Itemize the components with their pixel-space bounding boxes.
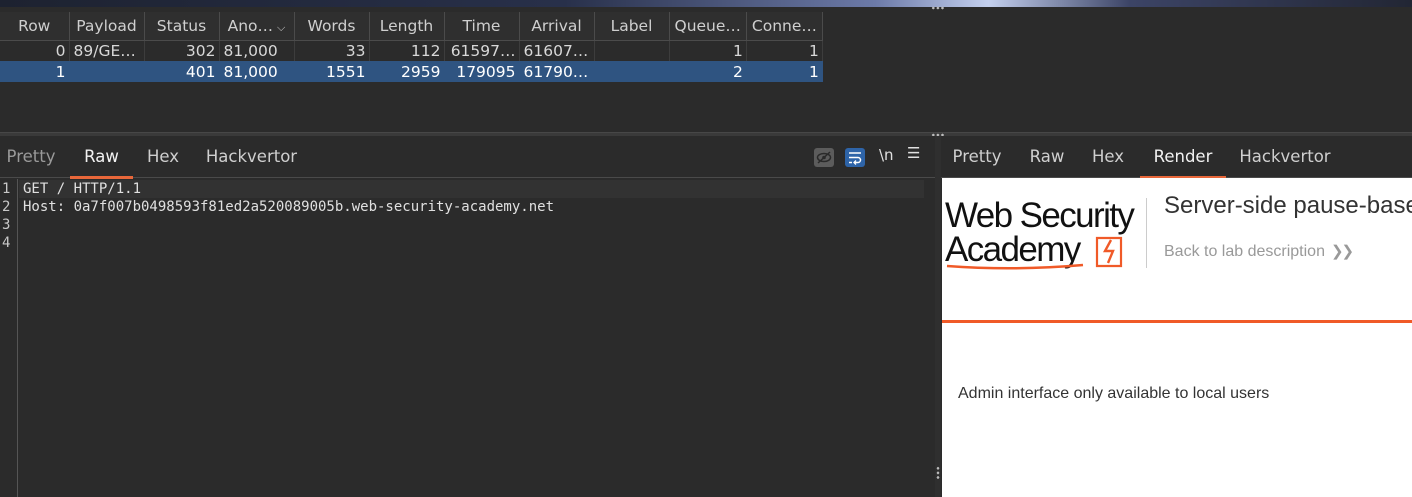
cell-time: 61597… — [444, 40, 520, 61]
request-tab-bar: Pretty Raw Hex Hackvertor \n ☰ — [0, 136, 935, 179]
request-editor[interactable]: 1 2 3 4 GET / HTTP/1.1 Host: 0a7f007b049… — [0, 179, 935, 497]
cell-anomaly: 81,000 — [219, 61, 295, 82]
cell-length: 112 — [369, 40, 445, 61]
cell-arrival: 61790… — [519, 61, 595, 82]
response-tab-render[interactable]: Render — [1140, 136, 1226, 179]
request-tab-hex[interactable]: Hex — [141, 136, 185, 178]
cell-words: 1551 — [294, 61, 370, 82]
back-link-label: Back to lab description — [1164, 243, 1325, 260]
background-banner — [0, 0, 1412, 7]
cell-row: 0 — [0, 40, 70, 61]
admin-message: Admin interface only available to local … — [958, 385, 1270, 402]
table-row-selected[interactable]: 1 401 81,000 1551 2959 179095 61790… 2 1 — [0, 61, 823, 82]
request-tab-hackvertor[interactable]: Hackvertor — [199, 136, 304, 178]
sort-descending-icon: ⌵ — [277, 20, 286, 34]
cell-queue: 2 — [669, 61, 747, 82]
line-number: 4 — [2, 235, 11, 251]
response-pane: Pretty Raw Hex Render Hackvertor Web Sec… — [941, 136, 1412, 497]
cell-time: 179095 — [444, 61, 520, 82]
window-top-strip — [0, 0, 1412, 12]
line-number: 3 — [2, 217, 11, 233]
web-security-academy-logo: Web Security Academy — [945, 198, 1145, 270]
word-wrap-button[interactable] — [845, 148, 865, 167]
logo-mark-icon — [946, 236, 1123, 270]
request-tab-raw[interactable]: Raw — [70, 136, 133, 179]
cell-connection: 1 — [746, 61, 823, 82]
table-row[interactable]: 0 89/GE… 302 81,000 33 112 61597… 61607…… — [0, 40, 823, 61]
response-tab-hex[interactable]: Hex — [1086, 136, 1130, 178]
column-header-queue[interactable]: Queue… — [669, 12, 747, 41]
cell-status: 401 — [144, 61, 220, 82]
double-chevron-right-icon: ❯❯ — [1330, 243, 1354, 260]
cell-label — [594, 40, 670, 61]
cell-status: 302 — [144, 40, 220, 61]
eye-slash-icon — [816, 151, 832, 164]
table-header-row: Row Payload Status Ano… ⌵ Words Length Ti… — [0, 12, 823, 41]
lab-title: Server-side pause-base — [1164, 192, 1412, 219]
hide-nonprinting-button[interactable] — [814, 148, 834, 167]
line-number: 1 — [2, 181, 11, 197]
cell-payload: 89/GE… — [69, 40, 145, 61]
column-header-arrival[interactable]: Arrival — [519, 12, 595, 41]
cell-connection: 1 — [746, 40, 823, 61]
cell-words: 33 — [294, 40, 370, 61]
cell-queue: 1 — [669, 40, 747, 61]
hamburger-icon[interactable]: ☰ — [907, 144, 920, 162]
back-to-lab-link[interactable]: Back to lab description ❯❯ — [1164, 242, 1354, 261]
column-header-time[interactable]: Time — [444, 12, 520, 41]
current-line-highlight — [19, 180, 924, 198]
line-number: 2 — [2, 199, 11, 215]
column-header-words[interactable]: Words — [294, 12, 370, 41]
code-line[interactable]: GET / HTTP/1.1 — [23, 180, 141, 198]
cell-arrival: 61607… — [519, 40, 595, 61]
column-header-row[interactable]: Row — [0, 12, 70, 41]
column-header-payload[interactable]: Payload — [69, 12, 145, 41]
column-header-anomaly-label: Ano… — [227, 16, 274, 35]
column-header-label[interactable]: Label — [594, 12, 670, 41]
request-tab-pretty[interactable]: Pretty — [0, 136, 62, 178]
results-table: Row Payload Status Ano… ⌵ Words Length Ti… — [0, 12, 823, 82]
code-line[interactable]: Host: 0a7f007b0498593f81ed2a520089005b.w… — [23, 198, 554, 216]
wrap-lines-icon — [849, 152, 862, 165]
cell-payload — [69, 61, 145, 82]
column-header-connection[interactable]: Conne… — [746, 12, 823, 41]
response-tab-hackvertor[interactable]: Hackvertor — [1237, 136, 1333, 178]
cell-label — [594, 61, 670, 82]
cell-row: 1 — [0, 61, 70, 82]
header-divider — [1146, 198, 1147, 268]
cell-anomaly: 81,000 — [219, 40, 295, 61]
rendered-page: Web Security Academy Server-side pause-b… — [942, 178, 1412, 497]
splitter-grip-vertical[interactable] — [936, 466, 940, 480]
column-header-status[interactable]: Status — [144, 12, 220, 41]
column-header-anomaly[interactable]: Ano… ⌵ — [219, 12, 295, 41]
results-table-panel: Row Payload Status Ano… ⌵ Words Length Ti… — [0, 12, 1412, 132]
splitter-grip-top[interactable] — [931, 6, 945, 10]
column-header-length[interactable]: Length — [369, 12, 445, 41]
cell-length: 2959 — [369, 61, 445, 82]
response-tab-raw[interactable]: Raw — [1027, 136, 1067, 178]
show-newlines-button[interactable]: \n — [879, 146, 894, 164]
response-tab-bar: Pretty Raw Hex Render Hackvertor — [941, 136, 1412, 179]
response-tab-pretty[interactable]: Pretty — [947, 136, 1007, 178]
header-rule — [942, 320, 1412, 323]
request-pane: Pretty Raw Hex Hackvertor \n ☰ 1 2 3 4 G… — [0, 136, 935, 497]
